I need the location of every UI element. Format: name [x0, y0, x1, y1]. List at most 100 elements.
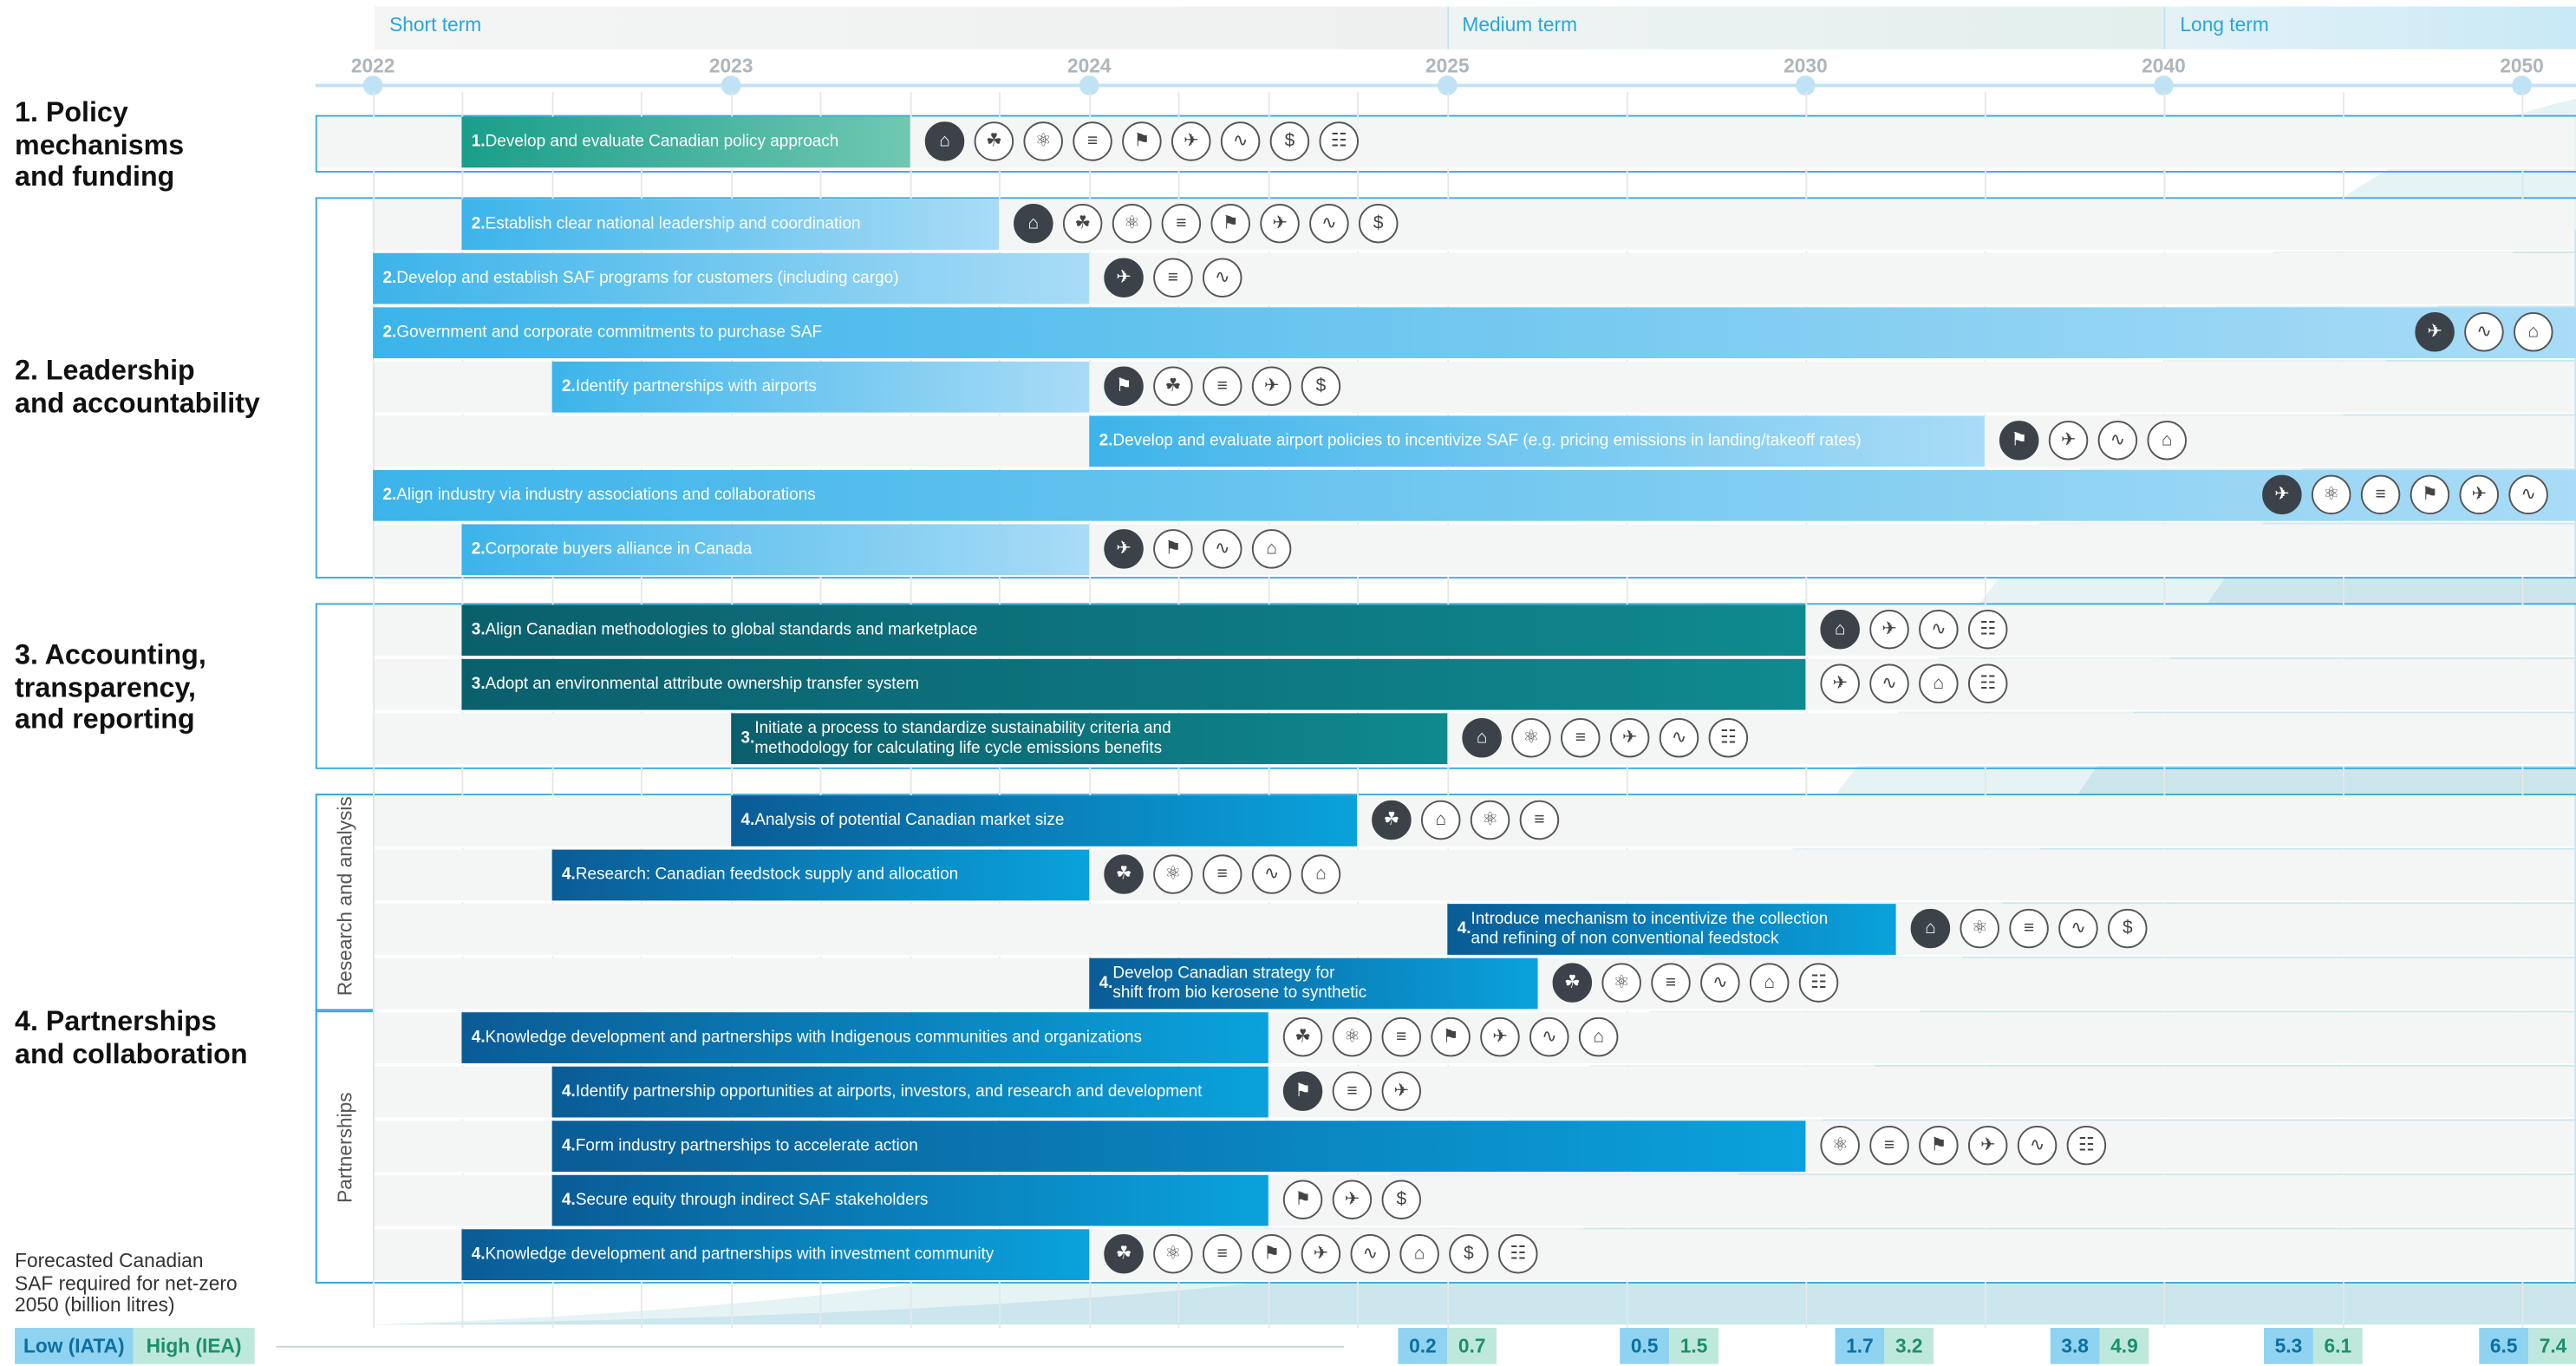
- action-bar[interactable]: 4. Introduce mechanism to incentivize th…: [1447, 904, 1896, 955]
- action-text: Form industry partnerships to accelerate…: [575, 1136, 918, 1155]
- building-icon: ⌂: [1014, 203, 1053, 244]
- action-bar[interactable]: 2. Align industry via industry associati…: [373, 469, 2576, 521]
- action-number: 4.: [562, 865, 576, 884]
- forecast-low-value: 6.5: [2479, 1327, 2529, 1364]
- action-bar[interactable]: 1. Develop and evaluate Canadian policy …: [461, 116, 910, 168]
- action-text: Develop and evaluate Canadian policy app…: [485, 132, 839, 151]
- action-number: 2.: [562, 376, 576, 395]
- action-bar[interactable]: 4. Secure equity through indirect SAF st…: [551, 1174, 1268, 1226]
- action-bar[interactable]: 2. Identify partnerships with airports: [551, 361, 1090, 413]
- action-bar[interactable]: 2. Corporate buyers alliance in Canada: [461, 524, 1090, 576]
- plane-icon: ✈: [1480, 1016, 1520, 1057]
- atom-icon: ⚛: [1470, 800, 1510, 840]
- action-bar[interactable]: 2. Develop and establish SAF programs fo…: [373, 252, 1090, 304]
- action-bar[interactable]: 4. Research: Canadian feedstock supply a…: [551, 849, 1090, 901]
- document-icon: ≡: [1202, 366, 1242, 407]
- stakeholder-icons: ⌂ ☘ ⚛ ≡ ⚑ ✈ ∿ $: [1014, 203, 1399, 244]
- document-icon: ≡: [1073, 121, 1112, 161]
- atom-icon: ⚛: [1820, 1125, 1860, 1166]
- community-icon: ∿: [1700, 963, 1740, 1003]
- stakeholder-icons: ✈ ⚑ ∿ ⌂: [1104, 529, 1292, 569]
- action-text: Corporate buyers alliance in Canada: [485, 539, 753, 559]
- stakeholder-icons: ☘ ⚛ ≡ ⚑ ✈ ∿ ⌂: [1282, 1016, 1619, 1057]
- action-bar[interactable]: 3. Adopt an environmental attribute owne…: [461, 658, 1806, 710]
- community-icon: ∿: [1309, 203, 1349, 244]
- action-number: 2.: [382, 323, 397, 342]
- action-text: Government and corporate commitments to …: [396, 323, 823, 342]
- clipboard-icon: ☷: [1967, 609, 2008, 650]
- action-bar[interactable]: 4. Analysis of potential Canadian market…: [731, 795, 1358, 846]
- atom-icon: ⚛: [1112, 203, 1152, 244]
- flag-icon: ⚑: [1104, 366, 1144, 407]
- plane-icon: ✈: [1869, 609, 1909, 650]
- plane-icon: ✈: [1609, 718, 1650, 758]
- clipboard-icon: ☷: [1319, 121, 1359, 161]
- atom-icon: ⚛: [1332, 1016, 1373, 1057]
- hand-leaf-icon: ☘: [1104, 854, 1144, 894]
- action-bar[interactable]: 4. Knowledge development and partnership…: [461, 1012, 1268, 1063]
- money-hand-icon: $: [1381, 1180, 1422, 1219]
- action-bar[interactable]: 2. Develop and evaluate airport policies…: [1089, 415, 1985, 467]
- atom-icon: ⚛: [1153, 854, 1193, 894]
- action-bar[interactable]: 3. Initiate a process to standardize sus…: [731, 713, 1448, 765]
- community-icon: ∿: [1202, 529, 1242, 569]
- category-label-partnerships: 4. Partnerships and collaboration: [15, 1005, 248, 1069]
- stakeholder-icons: ⚑ ≡ ✈: [1282, 1071, 1422, 1111]
- building-icon: ⌂: [1421, 800, 1461, 840]
- action-bar[interactable]: 3. Align Canadian methodologies to globa…: [461, 605, 1806, 657]
- action-text: Identify partnerships with airports: [575, 376, 817, 395]
- building-icon: ⌂: [1462, 718, 1502, 758]
- flag-icon: ⚑: [1282, 1180, 1323, 1219]
- document-icon: ≡: [1651, 963, 1691, 1003]
- action-bar[interactable]: 4. Knowledge development and partnership…: [461, 1229, 1090, 1281]
- action-number: 2.: [382, 268, 397, 287]
- forecast-high-value: 0.7: [1447, 1327, 1497, 1364]
- plane-icon: ✈: [1104, 258, 1144, 297]
- document-icon: ≡: [1161, 203, 1202, 244]
- action-number: 3.: [471, 620, 486, 639]
- action-number: 2.: [382, 485, 397, 504]
- action-bar[interactable]: 4. Form industry partnerships to acceler…: [551, 1121, 1806, 1172]
- building-icon: ⌂: [924, 121, 965, 161]
- year-label: 2025: [1425, 54, 1470, 78]
- action-number: 4.: [471, 1245, 486, 1264]
- community-icon: ∿: [2464, 312, 2504, 352]
- action-text: Adopt an environmental attribute ownersh…: [485, 674, 919, 693]
- action-number: 4.: [562, 1082, 576, 1101]
- stakeholder-icons: ✈ ∿ ⌂: [2415, 312, 2553, 352]
- action-text: Align Canadian methodologies to global s…: [485, 620, 978, 639]
- action-text: Introduce mechanism to incentivize the c…: [1471, 909, 1829, 948]
- hand-leaf-icon: ☘: [1282, 1016, 1323, 1057]
- action-bar[interactable]: 4. Identify partnership opportunities at…: [551, 1066, 1268, 1118]
- category-label-policy: 1. Policy mechanisms and funding: [15, 96, 185, 193]
- year-label: 2050: [2500, 54, 2544, 78]
- plane-icon: ✈: [1251, 366, 1292, 407]
- hand-leaf-icon: ☘: [974, 121, 1014, 161]
- medium-term-label: Medium term: [1462, 13, 1578, 36]
- year-label: 2030: [1784, 54, 1828, 78]
- action-text: Initiate a process to standardize sustai…: [754, 718, 1171, 757]
- building-icon: ⌂: [1578, 1016, 1619, 1057]
- forecast-low-value: 0.5: [1620, 1327, 1670, 1364]
- atom-icon: ⚛: [1153, 1233, 1193, 1274]
- year-label: 2024: [1066, 54, 1112, 78]
- money-hand-icon: $: [1449, 1233, 1489, 1274]
- action-number: 3.: [471, 674, 486, 693]
- action-bar[interactable]: 2. Establish clear national leadership a…: [461, 199, 1000, 251]
- atom-icon: ⚛: [1511, 718, 1551, 758]
- hand-leaf-icon: ☘: [1153, 366, 1193, 407]
- document-icon: ≡: [2009, 908, 2049, 949]
- action-text: Establish clear national leadership and …: [485, 214, 861, 233]
- stakeholder-icons: ⚛ ≡ ⚑ ✈ ∿ ☷: [1820, 1125, 2107, 1166]
- forecast-low-value: 5.3: [2264, 1327, 2313, 1364]
- stakeholder-icons: ☘ ⚛ ≡ ∿ ⌂ ☷: [1552, 963, 1839, 1003]
- plane-icon: ✈: [1332, 1180, 1373, 1219]
- action-bar[interactable]: 4. Develop Canadian strategy for shift f…: [1089, 958, 1538, 1010]
- action-bar[interactable]: 2. Government and corporate commitments …: [373, 307, 2576, 359]
- clipboard-icon: ☷: [1967, 663, 2008, 703]
- flag-icon: ⚑: [2410, 474, 2450, 515]
- category-label-accounting: 3. Accounting, transparency, and reporti…: [15, 639, 206, 735]
- stakeholder-icons: ✈ ∿ ⌂ ☷: [1820, 663, 2008, 703]
- community-icon: ∿: [1251, 854, 1292, 894]
- legend-high-iea: High (IEA): [133, 1327, 255, 1364]
